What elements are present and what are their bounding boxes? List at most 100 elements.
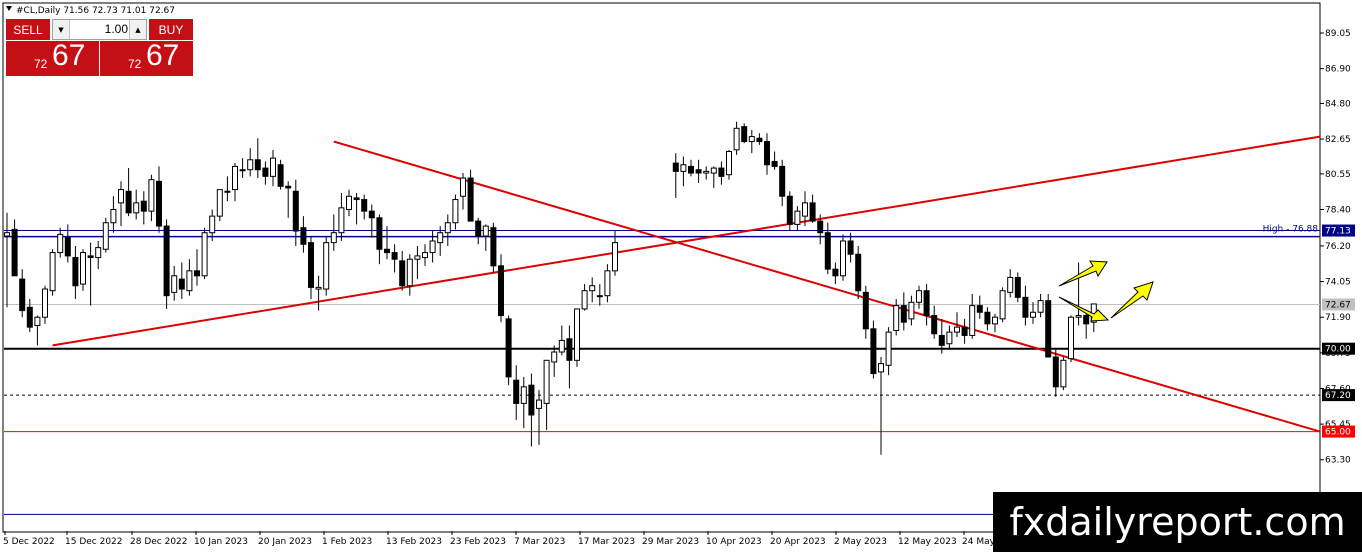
candle-body	[437, 232, 444, 244]
candle-body	[543, 359, 550, 404]
x-tick-label: 15 Dec 2022	[65, 537, 123, 547]
candle-body	[26, 306, 33, 328]
candle-body	[771, 160, 778, 167]
candle-body	[1022, 296, 1029, 318]
lot-decrease-icon[interactable]: ▼	[53, 20, 70, 39]
candle-body	[4, 232, 10, 237]
candle-body	[703, 170, 710, 174]
candle-body	[376, 217, 383, 250]
candle-body	[42, 288, 48, 318]
price-label: 77.13	[1325, 227, 1351, 237]
candle-body	[475, 220, 482, 237]
candle-body	[110, 208, 117, 224]
candle-body	[452, 199, 459, 224]
candle-body	[832, 268, 839, 277]
candle-body	[467, 177, 474, 222]
sell-button[interactable]: SELL	[6, 19, 50, 40]
candle-body	[604, 270, 611, 297]
candle-body	[779, 165, 786, 197]
price-label: 65.00	[1325, 428, 1351, 438]
x-tick-label: 17 Mar 2023	[578, 537, 635, 547]
buy-price-box[interactable]: 72 67	[100, 39, 193, 76]
lot-increase-icon[interactable]: ▲	[129, 20, 146, 39]
candle-body	[718, 167, 725, 177]
x-tick-label: 10 Apr 2023	[706, 537, 762, 547]
candle-body	[247, 159, 254, 171]
candle-body	[946, 331, 953, 345]
candle	[323, 236, 330, 296]
candle-body	[460, 177, 466, 197]
candle-body	[209, 215, 216, 234]
candle-body	[513, 379, 520, 404]
candle-body	[786, 195, 793, 225]
candle-body	[133, 202, 140, 214]
candle	[490, 222, 497, 273]
candle-body	[308, 242, 314, 288]
y-tick-label: 78.40	[1325, 205, 1351, 215]
lot-size-value[interactable]: 1.00	[71, 20, 128, 39]
candle-body	[330, 232, 337, 244]
candle-body	[505, 318, 512, 378]
candle	[855, 245, 862, 299]
candle	[277, 159, 284, 190]
candle-body	[954, 326, 960, 333]
candle-body	[64, 237, 71, 257]
candle-body	[961, 326, 968, 336]
candle-body	[710, 167, 717, 174]
y-tick-label: 63.30	[1325, 456, 1351, 466]
candle	[1045, 294, 1052, 358]
candle-body	[186, 270, 193, 292]
candle-body	[346, 195, 352, 210]
sell-price-box[interactable]: 72 67	[6, 39, 99, 76]
candle-body	[254, 159, 261, 171]
candle-body	[589, 285, 596, 292]
candle-body	[794, 210, 801, 225]
candle-body	[855, 253, 862, 292]
lot-size-field[interactable]: ▼ 1.00 ▲	[52, 19, 147, 40]
candle-body	[444, 222, 451, 234]
candle	[741, 123, 748, 144]
x-tick-label: 1 Feb 2023	[322, 537, 372, 547]
candle-body	[429, 240, 436, 254]
candle-body	[262, 167, 269, 177]
candle-body	[194, 270, 200, 277]
candle-body	[361, 199, 368, 212]
candle-body	[878, 363, 884, 373]
candle-body	[764, 141, 770, 166]
x-tick-label: 12 May 2023	[898, 537, 957, 547]
buy-price-big: 67	[146, 39, 180, 72]
candle-body	[87, 255, 94, 259]
candle-body	[748, 136, 755, 143]
price-label: 70.00	[1325, 345, 1351, 355]
candle-body	[1030, 311, 1036, 318]
candle-body	[399, 260, 406, 287]
candle-body	[49, 252, 56, 292]
price-label: 67.20	[1325, 391, 1351, 401]
candle-body	[809, 202, 816, 222]
candle-body	[277, 164, 284, 187]
candle-body	[916, 290, 922, 303]
candle	[216, 189, 223, 222]
sell-price-small: 72	[34, 57, 48, 71]
candle-body	[558, 339, 565, 353]
candle-body	[315, 286, 322, 290]
candle-body	[908, 301, 915, 320]
candle-body	[216, 189, 223, 217]
candle-body	[178, 278, 185, 290]
y-tick-label: 76.20	[1325, 242, 1351, 252]
candle-body	[984, 311, 991, 325]
watermark: fxdailyreport.com	[993, 492, 1362, 552]
level-label-high: High - 76.88	[1263, 225, 1319, 235]
candle	[1068, 315, 1074, 362]
buy-button[interactable]: BUY	[149, 19, 193, 40]
candle-body	[574, 308, 580, 361]
x-tick-label: 5 Dec 2022	[3, 537, 55, 547]
candle-body	[931, 315, 938, 335]
candle-body	[270, 157, 276, 177]
candle-body	[156, 180, 162, 227]
candle	[574, 308, 580, 367]
chart-window[interactable]: High - 76.88 89.05 86.90 84.80 82.65 80.55 78…	[0, 0, 1362, 552]
candle-body	[482, 225, 489, 237]
candle-body	[72, 257, 79, 287]
candle-body	[353, 197, 360, 201]
